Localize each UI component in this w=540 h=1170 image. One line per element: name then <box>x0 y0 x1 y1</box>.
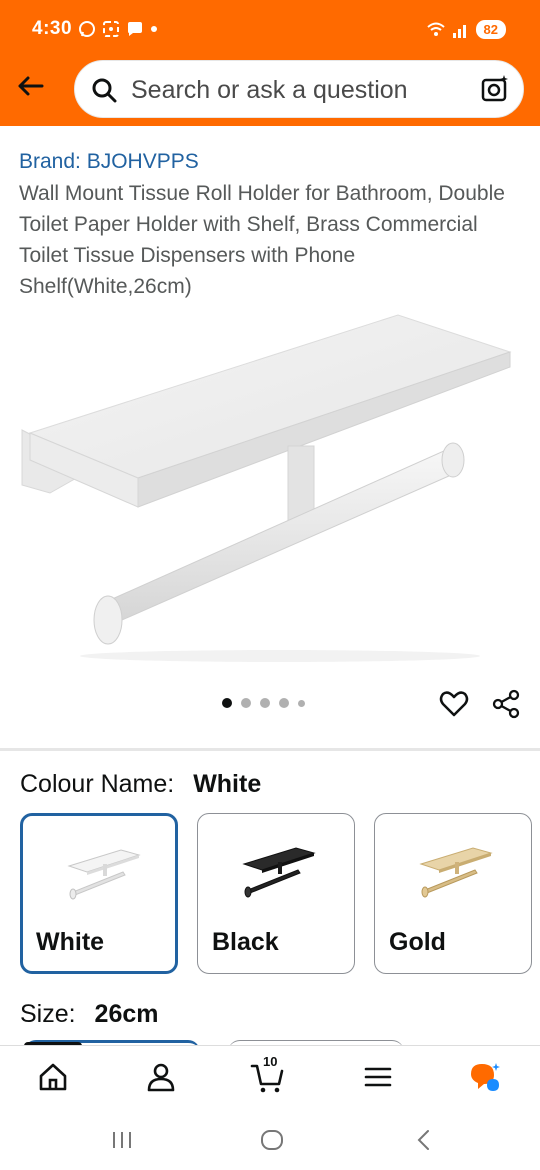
size-label: Size: <box>20 1000 76 1028</box>
system-navigation-bar <box>0 1110 540 1170</box>
product-image[interactable] <box>10 300 530 670</box>
status-time: 4:30 <box>32 18 73 39</box>
search-icon <box>92 78 117 103</box>
status-system-icons: 82 <box>426 20 506 39</box>
cart-button[interactable]: 10 <box>250 1054 284 1094</box>
colour-label: Colour Name: <box>20 770 175 798</box>
menu-icon[interactable] <box>361 1060 395 1094</box>
colour-option-label: Black <box>212 928 279 956</box>
product-title: Wall Mount Tissue Roll Holder for Bathro… <box>19 182 505 298</box>
colour-selection-label: Colour Name: White <box>20 770 261 799</box>
black-holder-thumbnail <box>242 847 316 898</box>
carousel-dot[interactable] <box>298 699 305 707</box>
colour-value: White <box>193 770 262 798</box>
colour-option-black[interactable]: Black <box>197 813 355 974</box>
screenshot-icon <box>103 21 119 37</box>
carousel-dot-active[interactable] <box>222 698 232 708</box>
status-bar: 4:30 82 <box>0 0 540 58</box>
whatsapp-icon <box>79 21 95 37</box>
home-circle-icon[interactable] <box>258 1126 286 1154</box>
recent-apps-icon[interactable] <box>108 1126 136 1154</box>
size-selection-label: Size: 26cm <box>20 1000 159 1029</box>
white-holder-thumbnail <box>67 849 141 900</box>
bottom-navigation: 10 <box>0 1045 540 1110</box>
signal-icon <box>452 24 466 38</box>
back-arrow-icon[interactable] <box>14 70 46 102</box>
search-bar[interactable]: Search or ask a question <box>74 60 524 118</box>
camera-scan-icon[interactable] <box>479 73 511 105</box>
wifi-icon <box>426 22 445 36</box>
colour-option-white[interactable]: White <box>20 813 178 974</box>
cart-count: 10 <box>263 1054 278 1069</box>
colour-option-label: Gold <box>389 928 446 956</box>
carousel-dot[interactable] <box>241 698 251 708</box>
back-chevron-icon[interactable] <box>410 1126 438 1154</box>
colour-option-gold[interactable]: Gold <box>374 813 532 974</box>
account-icon[interactable] <box>144 1060 178 1094</box>
heart-icon[interactable] <box>438 688 470 720</box>
gold-holder-thumbnail <box>419 847 493 898</box>
share-icon[interactable] <box>490 688 522 720</box>
carousel-dot[interactable] <box>260 698 270 708</box>
battery-level: 82 <box>475 20 506 39</box>
brand-link[interactable]: Brand: BJOHVPPS <box>19 150 199 174</box>
carousel-dot[interactable] <box>279 698 289 708</box>
dot-icon <box>151 26 157 32</box>
section-divider <box>0 748 540 751</box>
colour-option-label: White <box>36 928 105 956</box>
home-icon[interactable] <box>36 1060 70 1094</box>
status-notification-icons <box>78 20 158 38</box>
chat-icon <box>128 22 142 36</box>
rufus-ai-icon[interactable] <box>468 1060 502 1094</box>
size-value: 26cm <box>94 1000 159 1028</box>
image-carousel-dots[interactable] <box>222 698 305 708</box>
search-input[interactable]: Search or ask a question <box>131 76 408 105</box>
app-header: 4:30 82 Search or ask a question <box>0 0 540 126</box>
